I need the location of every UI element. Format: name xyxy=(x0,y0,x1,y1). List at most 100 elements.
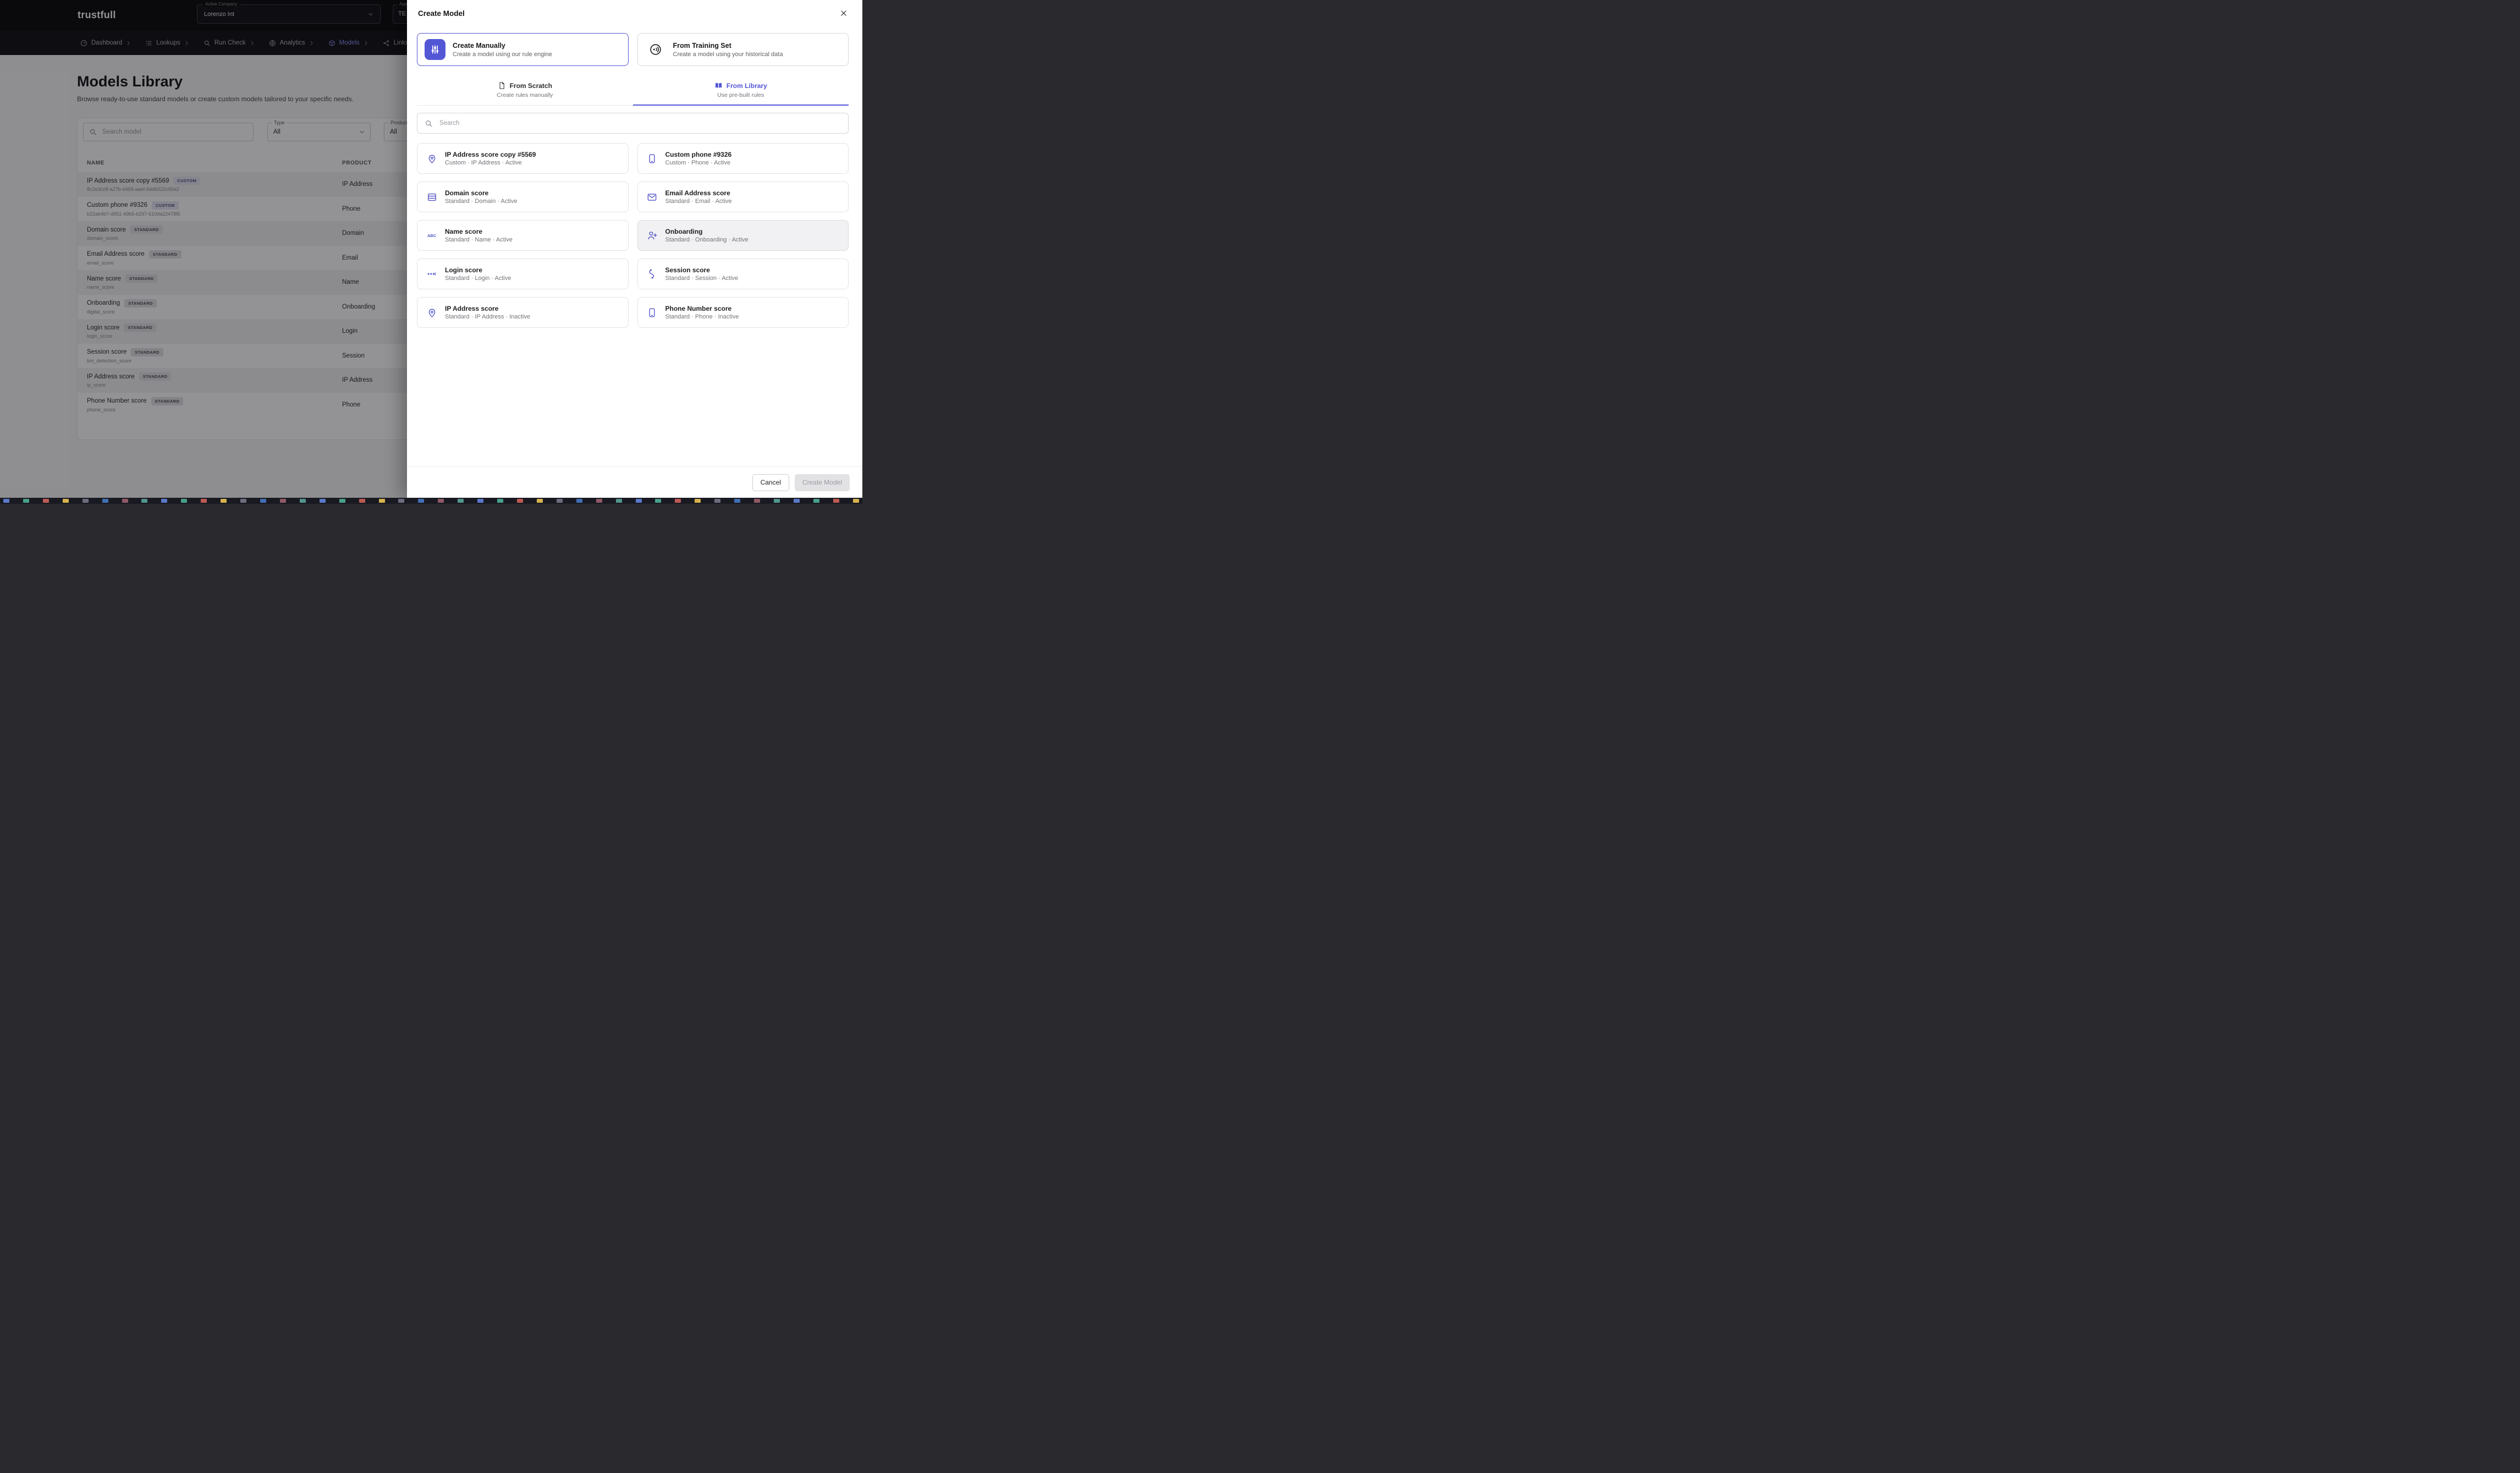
taskbar-item[interactable] xyxy=(714,499,721,503)
library-model-title: Onboarding xyxy=(665,228,703,235)
taskbar-item[interactable] xyxy=(576,499,582,503)
taskbar-item[interactable] xyxy=(279,499,286,503)
taskbar-item[interactable] xyxy=(655,499,662,503)
library-model-subtitle: Standard · IP Address · Inactive xyxy=(445,314,531,320)
library-model-subtitle: Custom · Phone · Active xyxy=(665,160,731,166)
taskbar-item[interactable] xyxy=(497,499,504,503)
taskbar-item[interactable] xyxy=(102,499,108,503)
taskbar-item[interactable] xyxy=(635,499,642,503)
phone-icon xyxy=(646,307,658,318)
library-model-title: IP Address score copy #5569 xyxy=(445,151,536,158)
library-search-input[interactable] xyxy=(438,119,841,127)
library-model-subtitle: Standard · Login · Active xyxy=(445,275,511,282)
tab-title: From Library xyxy=(726,81,767,90)
taskbar-item[interactable] xyxy=(260,499,266,503)
library-model-card[interactable]: Session score Standard · Session · Activ… xyxy=(637,259,849,289)
taskbar-item[interactable] xyxy=(378,499,385,503)
taskbar-item[interactable] xyxy=(695,499,701,503)
library-model-subtitle: Standard · Email · Active xyxy=(665,198,732,205)
cancel-button[interactable]: Cancel xyxy=(752,474,789,491)
library-model-title: Custom phone #9326 xyxy=(665,151,732,158)
close-icon[interactable] xyxy=(836,6,851,21)
taskbar-item[interactable] xyxy=(438,499,444,503)
library-model-card[interactable]: IP Address score Standard · IP Address ·… xyxy=(417,297,629,328)
taskbar-item[interactable] xyxy=(793,499,800,503)
taskbar-item[interactable] xyxy=(773,499,780,503)
library-model-card[interactable]: ABC Name score Standard · Name · Active xyxy=(417,220,629,251)
method-subtitle: Create a model using your historical dat… xyxy=(673,51,783,58)
tune-icon xyxy=(425,39,445,60)
taskbar-item[interactable] xyxy=(62,499,69,503)
library-model-card[interactable]: Custom phone #9326 Custom · Phone · Acti… xyxy=(637,143,849,174)
library-model-card[interactable]: IP Address score copy #5569 Custom · IP … xyxy=(417,143,629,174)
library-model-subtitle: Standard · Name · Active xyxy=(445,237,513,243)
taskbar-item[interactable] xyxy=(359,499,365,503)
domain-icon xyxy=(426,192,438,202)
create-model-button[interactable]: Create Model xyxy=(794,474,850,491)
taskbar-item[interactable] xyxy=(734,499,741,503)
source-tab[interactable]: From Scratch Create rules manually xyxy=(417,76,633,105)
taskbar-item[interactable] xyxy=(833,499,839,503)
taskbar-item[interactable] xyxy=(556,499,563,503)
book-icon xyxy=(714,81,723,90)
taskbar-item[interactable] xyxy=(42,499,49,503)
taskbar-item[interactable] xyxy=(516,499,523,503)
taskbar-item[interactable] xyxy=(181,499,188,503)
library-model-subtitle: Standard · Onboarding · Active xyxy=(665,237,749,243)
taskbar-item[interactable] xyxy=(339,499,345,503)
library-model-card[interactable]: Phone Number score Standard · Phone · In… xyxy=(637,297,849,328)
taskbar-item[interactable] xyxy=(418,499,425,503)
taskbar-item[interactable] xyxy=(675,499,681,503)
modal-body: Create Manually Create a model using our… xyxy=(407,26,862,466)
taskbar-item[interactable] xyxy=(23,499,29,503)
dots-icon xyxy=(426,268,438,279)
modal-title: Create Model xyxy=(418,9,465,18)
taskbar-item[interactable] xyxy=(754,499,761,503)
create-model-modal: Create Model Create Manually Create a mo… xyxy=(407,0,862,498)
taskbar-item[interactable] xyxy=(536,499,543,503)
library-model-card[interactable]: Email Address score Standard · Email · A… xyxy=(637,182,849,212)
training-icon xyxy=(645,39,666,60)
library-model-subtitle: Custom · IP Address · Active xyxy=(445,160,522,166)
taskbar-item[interactable] xyxy=(82,499,89,503)
taskbar-item[interactable] xyxy=(221,499,227,503)
taskbar-item[interactable] xyxy=(398,499,405,503)
taskbar-item[interactable] xyxy=(299,499,306,503)
taskbar-item[interactable] xyxy=(240,499,247,503)
svg-text:ABC: ABC xyxy=(427,233,437,238)
creation-methods: Create Manually Create a model using our… xyxy=(417,33,849,66)
taskbar-item[interactable] xyxy=(201,499,207,503)
taskbar-item[interactable] xyxy=(122,499,128,503)
screen: trustfull Active Company Lorenzo Int App… xyxy=(0,0,862,504)
taskbar-item[interactable] xyxy=(477,499,484,503)
library-model-title: Login score xyxy=(445,266,483,274)
taskbar-item[interactable] xyxy=(596,499,602,503)
tab-subtitle: Use pre-built rules xyxy=(717,92,764,98)
method-card[interactable]: From Training Set Create a model using y… xyxy=(637,33,849,66)
modal-footer: Cancel Create Model xyxy=(407,466,862,498)
person-plus-icon xyxy=(646,230,658,241)
taskbar-item[interactable] xyxy=(852,499,859,503)
library-model-title: Session score xyxy=(665,266,710,274)
library-model-subtitle: Standard · Session · Active xyxy=(665,275,739,282)
method-card[interactable]: Create Manually Create a model using our… xyxy=(417,33,629,66)
taskbar-item[interactable] xyxy=(161,499,168,503)
modal-header: Create Model xyxy=(407,0,862,26)
file-icon xyxy=(498,81,506,90)
library-model-card[interactable]: Onboarding Standard · Onboarding · Activ… xyxy=(637,220,849,251)
library-search-box[interactable] xyxy=(417,113,849,134)
library-model-card[interactable]: Login score Standard · Login · Active xyxy=(417,259,629,289)
library-model-title: Name score xyxy=(445,228,483,235)
library-model-card[interactable]: Domain score Standard · Domain · Active xyxy=(417,182,629,212)
taskbar-item[interactable] xyxy=(319,499,326,503)
library-model-grid: IP Address score copy #5569 Custom · IP … xyxy=(417,143,849,328)
taskbar-item[interactable] xyxy=(813,499,819,503)
search-icon xyxy=(425,119,433,128)
taskbar-item[interactable] xyxy=(3,499,9,503)
source-tab[interactable]: From Library Use pre-built rules xyxy=(632,76,849,106)
method-subtitle: Create a model using our rule engine xyxy=(453,51,553,58)
library-model-subtitle: Standard · Phone · Inactive xyxy=(665,314,739,320)
taskbar-item[interactable] xyxy=(458,499,464,503)
taskbar-item[interactable] xyxy=(141,499,148,503)
taskbar-item[interactable] xyxy=(615,499,622,503)
